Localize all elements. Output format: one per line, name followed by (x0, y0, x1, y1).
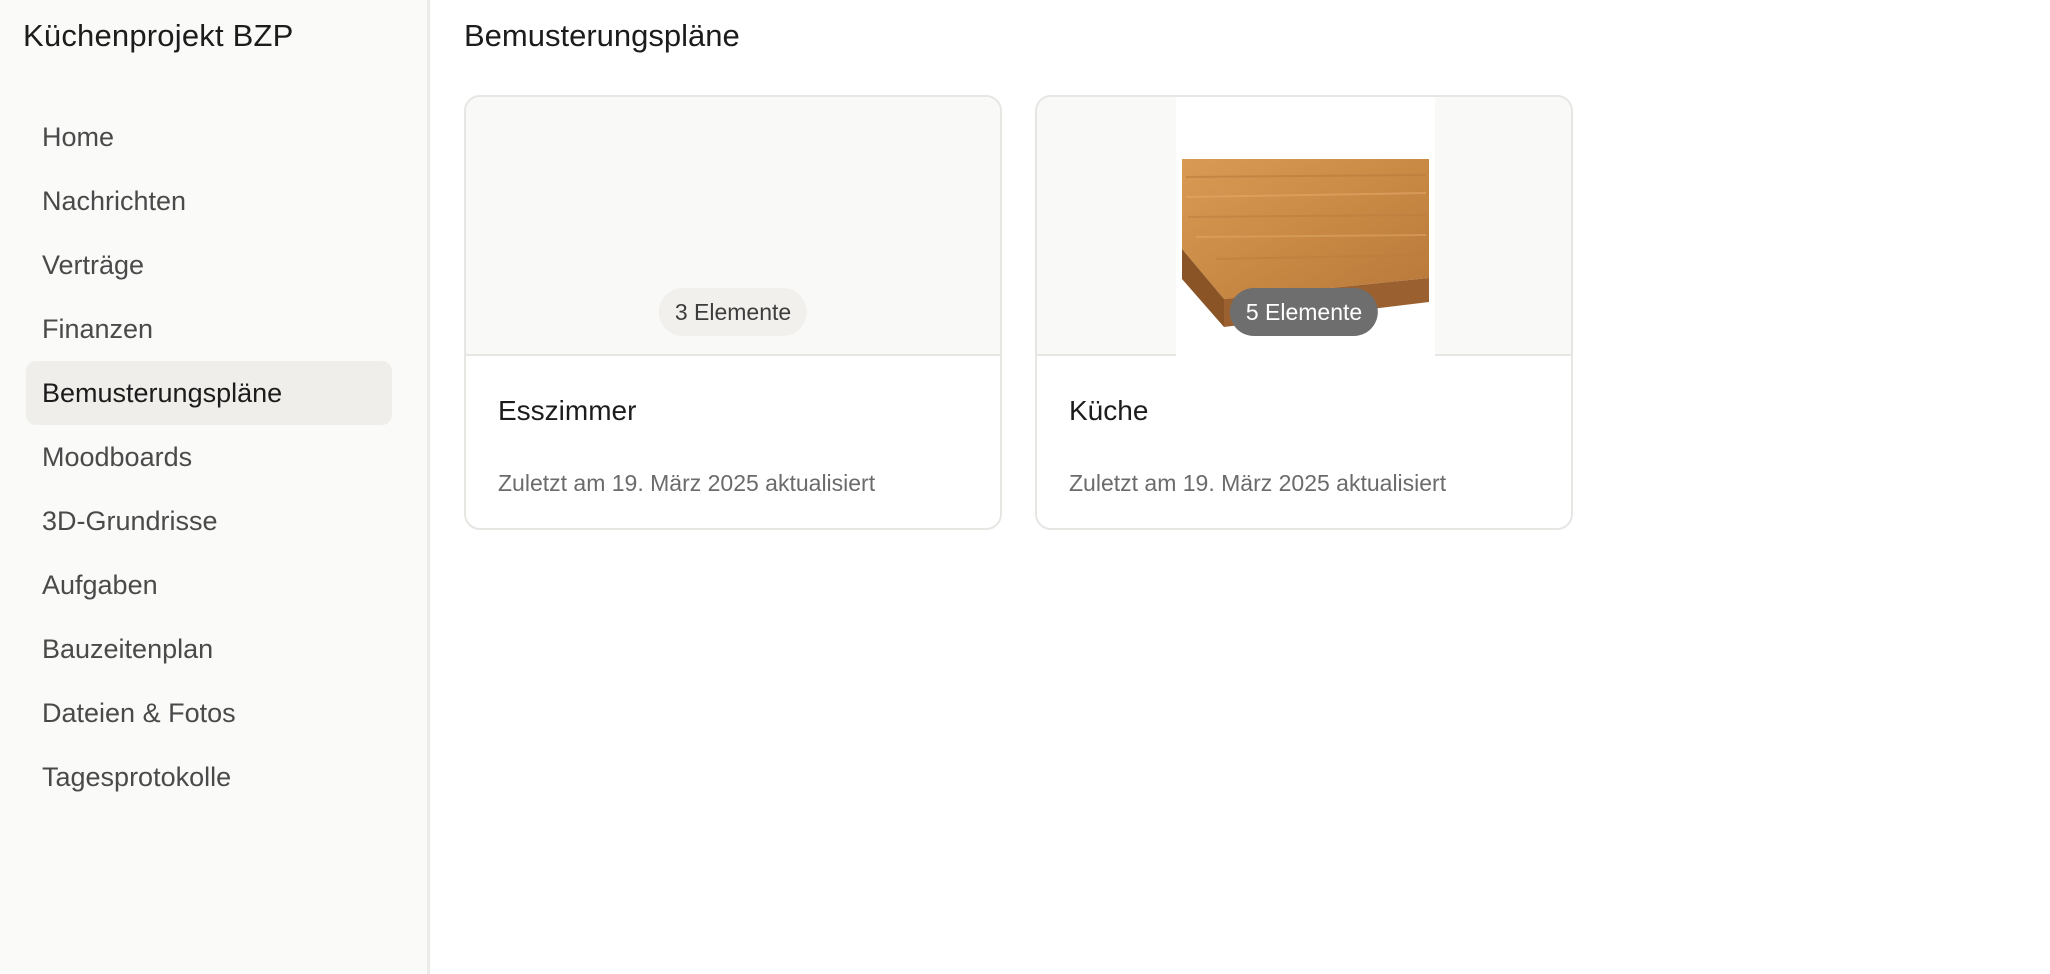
main-content: Bemusterungspläne 3 Elemente Esszimmer Z… (433, 0, 2050, 974)
sidebar-item-3d-grundrisse[interactable]: 3D-Grundrisse (26, 489, 392, 553)
element-count-badge: 3 Elemente (658, 288, 808, 336)
sample-plan-card-kueche[interactable]: 5 Elemente Küche Zuletzt am 19. März 202… (1035, 95, 1573, 530)
card-title: Küche (1069, 395, 1149, 426)
sidebar-item-nachrichten[interactable]: Nachrichten (26, 169, 392, 233)
sidebar-nav: Home Nachrichten Verträge Finanzen Bemus… (26, 105, 392, 809)
sidebar-item-bemusterungsplaene[interactable]: Bemusterungspläne (26, 361, 392, 425)
sidebar-item-home[interactable]: Home (26, 105, 392, 169)
sidebar-item-aufgaben[interactable]: Aufgaben (26, 553, 392, 617)
sidebar-item-dateien-fotos[interactable]: Dateien & Fotos (26, 681, 392, 745)
project-title: Küchenprojekt BZP (23, 18, 294, 53)
card-media: 3 Elemente (466, 97, 1000, 356)
card-media: 5 Elemente (1037, 97, 1571, 356)
card-updated-text: Zuletzt am 19. März 2025 aktualisiert (498, 470, 876, 496)
sidebar-item-vertraege[interactable]: Verträge (26, 233, 392, 297)
sample-plan-card-esszimmer[interactable]: 3 Elemente Esszimmer Zuletzt am 19. März… (464, 95, 1002, 530)
sidebar: Küchenprojekt BZP Home Nachrichten Vertr… (0, 0, 430, 974)
sidebar-item-moodboards[interactable]: Moodboards (26, 425, 392, 489)
card-title: Esszimmer (498, 395, 637, 426)
element-count-badge: 5 Elemente (1229, 288, 1379, 336)
sidebar-item-bauzeitenplan[interactable]: Bauzeitenplan (26, 617, 392, 681)
page-title: Bemusterungspläne (464, 18, 740, 53)
card-updated-text: Zuletzt am 19. März 2025 aktualisiert (1069, 470, 1447, 496)
sidebar-item-finanzen[interactable]: Finanzen (26, 297, 392, 361)
sidebar-item-tagesprotokolle[interactable]: Tagesprotokolle (26, 745, 392, 809)
